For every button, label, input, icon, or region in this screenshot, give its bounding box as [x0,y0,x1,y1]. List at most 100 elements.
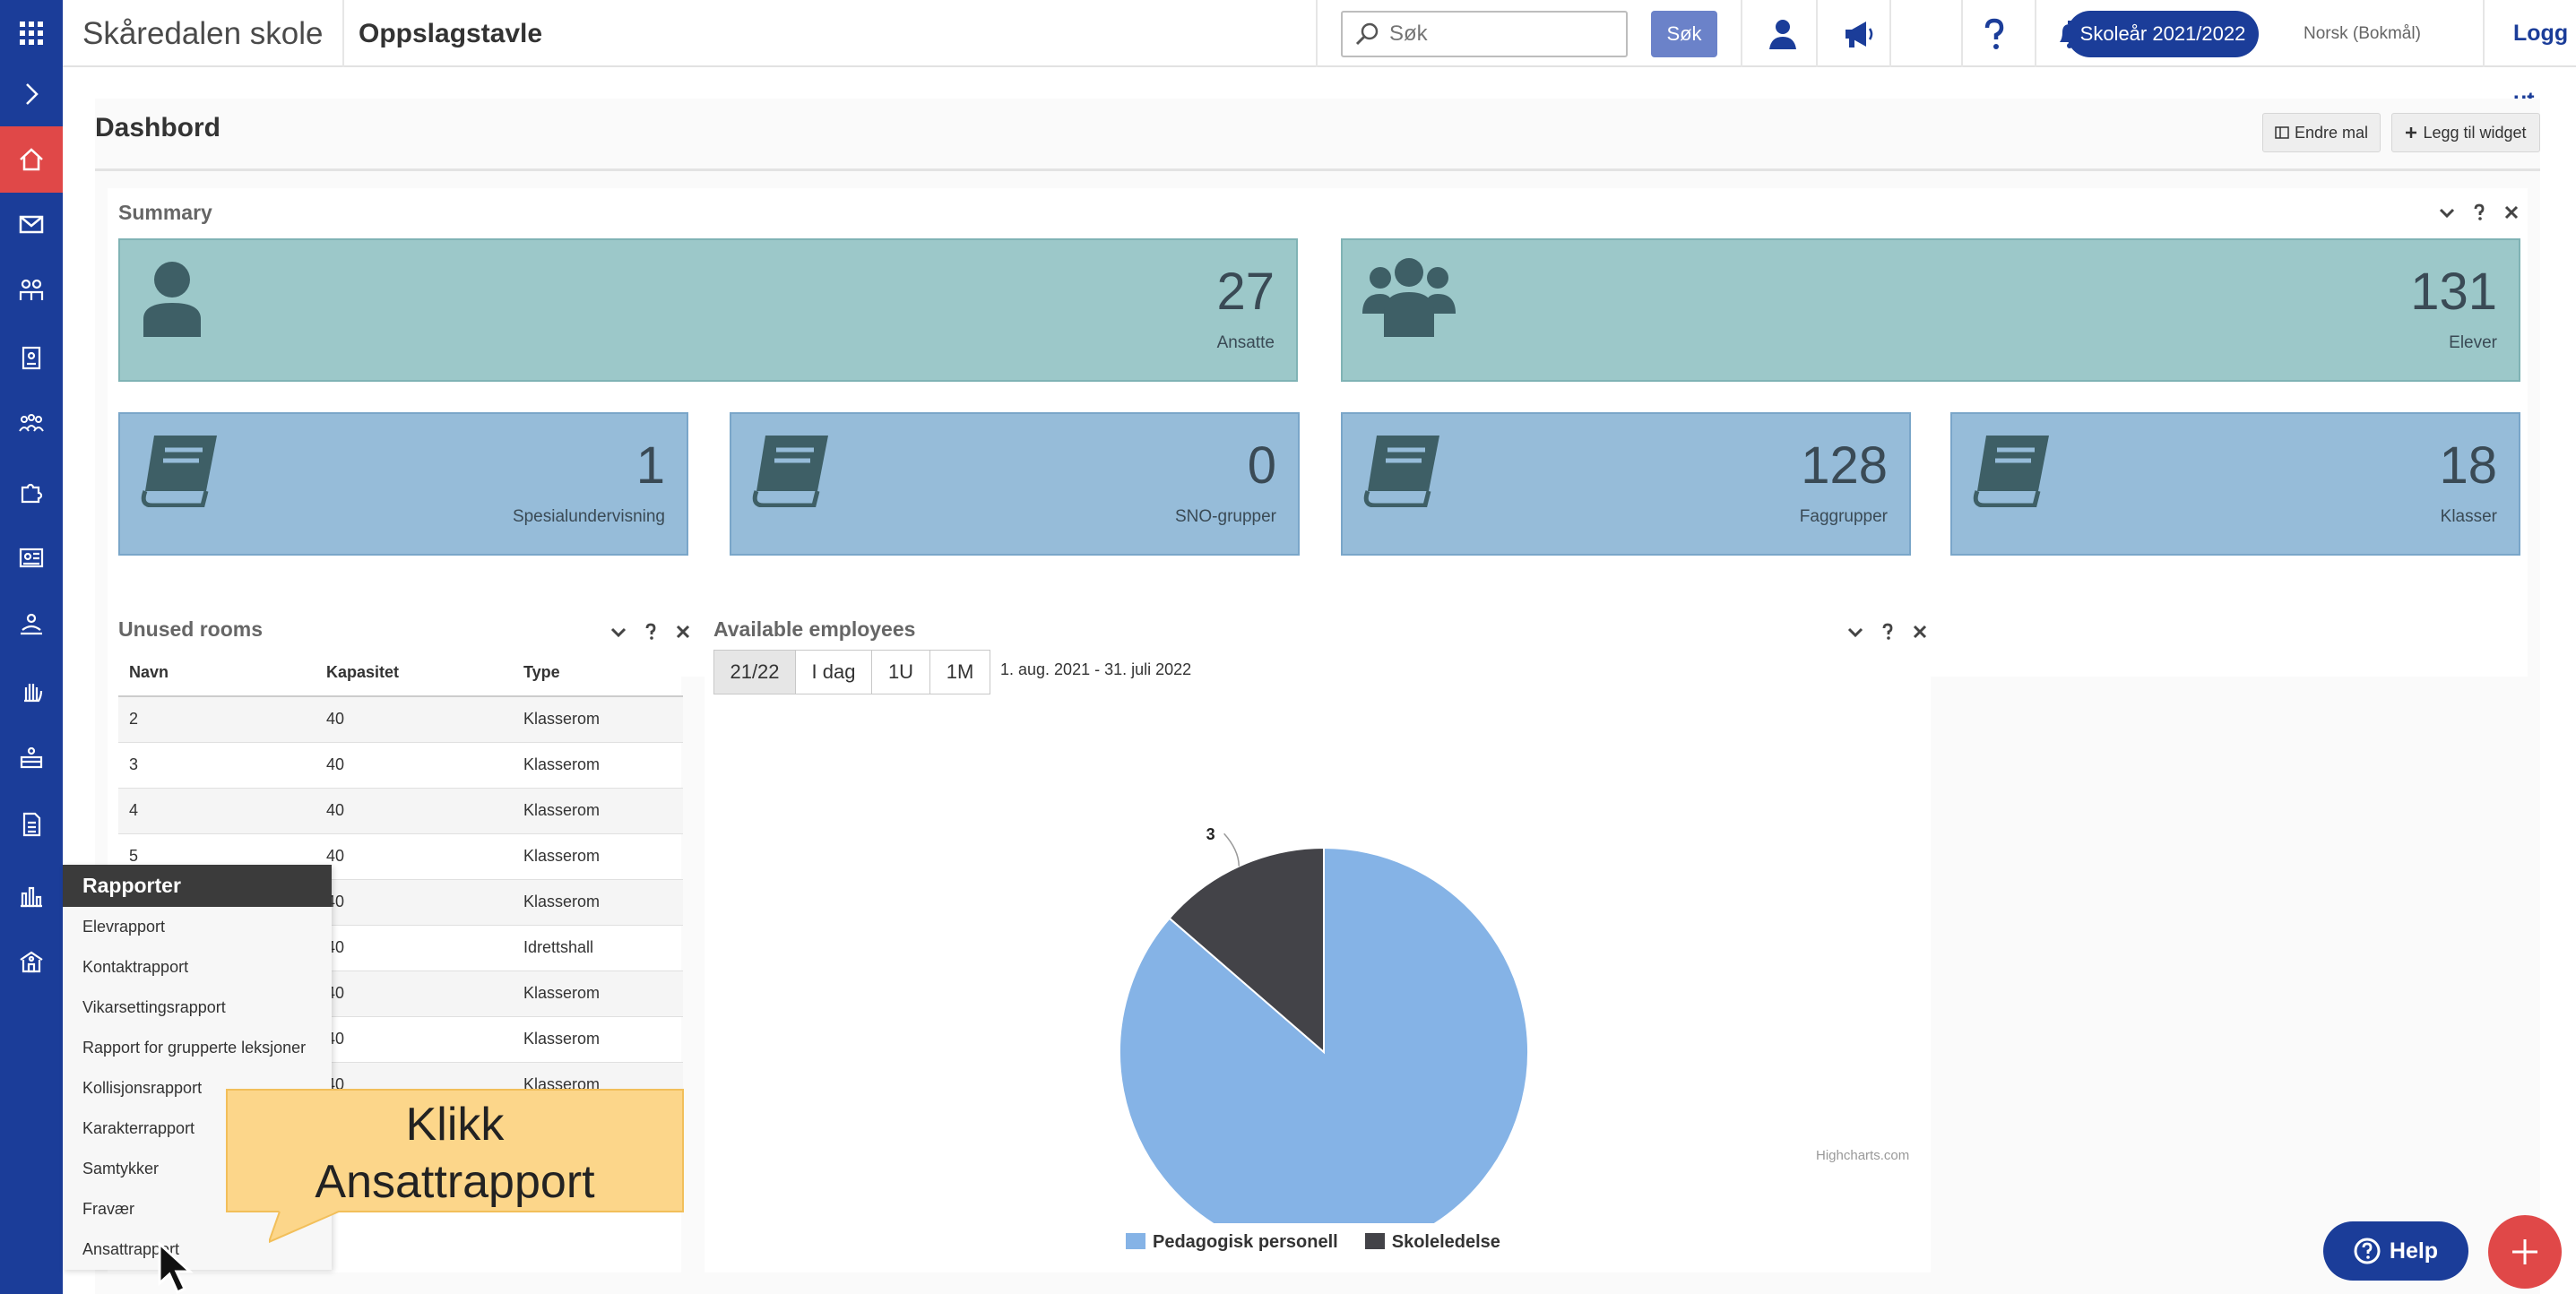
people-icon[interactable] [0,257,63,324]
callout-line: Ansattrapport [315,1156,595,1208]
legend-item-pedagogical-staff[interactable]: Pedagogisk personell [1126,1232,1338,1253]
groups-icon[interactable] [0,391,63,457]
summary-card-employees[interactable]: 27 Ansatte [118,238,1298,382]
edit-template-button[interactable]: Endre mal [2262,113,2381,152]
table-row[interactable]: 2 40 Klasserom [118,696,683,743]
add-widget-button[interactable]: Legg til widget [2391,113,2540,152]
help-button[interactable]: Help [2323,1221,2468,1281]
search-button[interactable]: Søk [1651,11,1717,57]
legend-swatch [1126,1233,1145,1249]
flyout-item-elevrapport[interactable]: Elevrapport [63,907,332,947]
card-label: Elever [2449,333,2497,352]
table-row[interactable]: 4 40 Klasserom [118,788,683,834]
available-employees-widget: Available employees 21/22 I dag 1U 1M 1.… [705,605,1931,1272]
chart-legend: Pedagogisk personell Skoleledelse [1126,1232,1500,1253]
book-icon [752,436,828,507]
hand-icon[interactable] [0,658,63,724]
book-icon [1363,436,1439,507]
summary-card-special-education[interactable]: 1 Spesialundervisning [118,412,688,556]
summary-card-subject-groups[interactable]: 128 Faggrupper [1341,412,1911,556]
top-bar: Skåredalen skole Oppslagstavle Søk Skole… [63,0,2576,113]
document-icon[interactable] [0,791,63,858]
data-label-connector [1223,832,1240,867]
instruction-callout: Klikk Ansattrapport [226,1089,684,1212]
card-label: SNO-grupper [1175,507,1276,526]
divider [2035,0,2036,67]
card-value: 18 [2439,436,2497,495]
table-row[interactable]: 3 40 Klasserom [118,742,683,789]
teacher-icon[interactable] [0,591,63,658]
table-cell: 40 [316,970,513,1017]
add-widget-label: Legg til widget [2423,123,2527,142]
flyout-title: Rapporter [63,865,332,907]
language-selector[interactable]: Norsk (Bokmål) [2304,0,2421,67]
table-header-row: Navn Kapasitet Type [118,650,683,697]
schedule-icon[interactable] [0,524,63,591]
expand-chevron-icon[interactable] [0,61,63,127]
legend-swatch [1364,1233,1385,1249]
flyout-item-rapport-for-grupperte-leksjoner[interactable]: Rapport for grupperte leksjoner [63,1028,332,1068]
close-icon[interactable] [674,623,692,641]
title-divider [95,168,2540,171]
logout-link[interactable]: Logg ut [2513,0,2576,113]
reports-bar-chart-icon[interactable] [0,862,63,928]
table-cell: 40 [316,833,513,880]
card-value: 0 [1247,436,1276,495]
unused-rooms-controls [609,623,692,641]
summary-card-classes[interactable]: 18 Klasser [1950,412,2520,556]
card-label: Ansatte [1216,333,1275,352]
table-cell: 2 [118,696,316,743]
column-header[interactable]: Navn [118,650,316,697]
close-icon[interactable] [2503,203,2520,221]
id-badge-icon[interactable] [0,324,63,391]
highcharts-credit[interactable]: Highcharts.com [1816,1148,1909,1163]
home-icon[interactable] [0,126,63,193]
table-cell: 3 [118,742,316,789]
apps-grid-icon[interactable] [0,0,63,66]
help-question-icon[interactable] [642,623,660,641]
search-input[interactable] [1341,11,1628,57]
help-question-icon[interactable] [1958,0,2031,67]
divider [1741,0,1742,67]
card-value: 1 [635,436,665,495]
card-value: 131 [2410,263,2497,321]
table-cell: Klasserom [513,879,683,926]
flyout-item-kontaktrapport[interactable]: Kontaktrapport [63,947,332,988]
school-name[interactable]: Skåredalen skole [82,0,324,67]
puzzle-icon[interactable] [0,458,63,524]
search-icon [1355,22,1379,46]
collapse-chevron-icon[interactable] [2438,203,2456,221]
column-header[interactable]: Type [513,650,683,697]
school-year-button[interactable]: Skoleår 2021/2022 [2067,11,2259,57]
card-label: Spesialundervisning [512,507,665,526]
table-cell: 40 [316,1016,513,1063]
desk-icon[interactable] [0,725,63,791]
table-cell: 40 [316,696,513,743]
divider [1889,0,1891,67]
mail-icon[interactable] [0,191,63,257]
help-button-label: Help [2389,1238,2439,1264]
summary-card-sno-groups[interactable]: 0 SNO-grupper [730,412,1300,556]
card-value: 27 [1216,263,1275,321]
mouse-cursor-icon [158,1242,194,1294]
available-employees-pie-chart: 193 [1119,825,1529,1223]
summary-widget: Summary 27 Ansatte 131 Elever 1 Spesialu… [108,188,2528,677]
summary-title: Summary [118,201,212,224]
school-building-icon[interactable] [0,928,63,995]
add-floating-button[interactable] [2488,1215,2562,1289]
flyout-item-vikarsettingsrapport[interactable]: Vikarsettingsrapport [63,988,332,1028]
divider [1316,0,1318,67]
help-question-icon [2354,1238,2381,1264]
legend-item-school-leadership[interactable]: Skoleledelse [1364,1232,1500,1253]
announcement-megaphone-icon[interactable] [1821,0,1895,67]
user-icon[interactable] [1746,0,1820,67]
column-header[interactable]: Kapasitet [316,650,513,697]
help-question-icon[interactable] [2470,203,2488,221]
table-cell: 40 [316,925,513,971]
left-nav-rail [0,0,63,1294]
card-value: 128 [1801,436,1888,495]
table-cell: 40 [316,788,513,834]
summary-card-students[interactable]: 131 Elever [1341,238,2520,382]
collapse-chevron-icon[interactable] [609,623,627,641]
table-cell: 40 [316,879,513,926]
